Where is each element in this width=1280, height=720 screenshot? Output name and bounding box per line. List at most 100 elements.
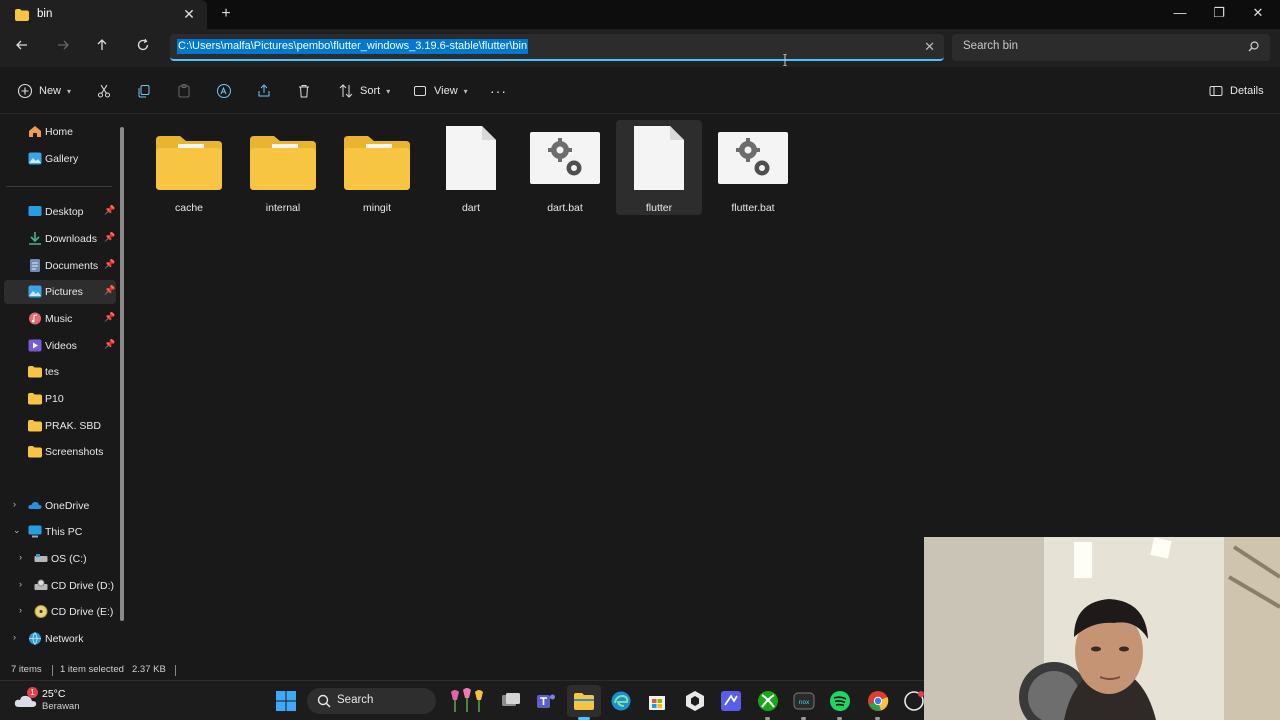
file-item-dart-bat[interactable]: dart.bat xyxy=(522,120,608,215)
batch-file-gear-icon xyxy=(718,132,788,184)
chevron-right-icon[interactable]: › xyxy=(19,605,22,615)
sort-icon xyxy=(339,84,353,98)
documents-icon xyxy=(30,259,40,272)
command-bar: New ▾ Sort ▾ View ▾ ··· Details xyxy=(0,67,1280,114)
videos-icon xyxy=(28,339,42,352)
search-box[interactable]: Search bin xyxy=(952,34,1270,61)
new-tab-button[interactable]: + xyxy=(218,5,234,23)
back-button[interactable] xyxy=(13,38,31,56)
refresh-button[interactable] xyxy=(134,38,152,56)
cut-button[interactable] xyxy=(96,82,112,100)
weather-widget[interactable]: 1 25°C Berawan xyxy=(14,687,94,715)
new-button[interactable]: New ▾ xyxy=(17,82,71,100)
folder-icon xyxy=(344,136,410,190)
network-icon xyxy=(29,632,41,645)
sidebar-item-screenshots[interactable]: Screenshots xyxy=(4,440,116,464)
rename-button[interactable] xyxy=(216,82,232,100)
maximize-button[interactable]: ❐ xyxy=(1209,4,1229,22)
sidebar-item-network[interactable]: › Network xyxy=(4,627,116,651)
sort-label: Sort xyxy=(360,85,381,97)
unity-icon[interactable] xyxy=(684,690,706,712)
up-button[interactable] xyxy=(93,38,111,56)
file-item-flutter-bat[interactable]: flutter.bat xyxy=(710,120,796,215)
clear-address-icon[interactable]: ✕ xyxy=(924,39,935,55)
sidebar-item-p10[interactable]: P10 xyxy=(4,387,116,411)
cd-drive-icon xyxy=(34,605,48,618)
file-item-mingit[interactable]: mingit xyxy=(334,120,420,215)
chevron-right-icon[interactable]: › xyxy=(13,632,16,642)
chrome-icon[interactable] xyxy=(867,690,889,712)
sidebar-item-home[interactable]: Home xyxy=(4,120,116,144)
sidebar-item-documents[interactable]: Documents 📌 xyxy=(4,254,116,278)
file-item-dart[interactable]: dart xyxy=(428,120,514,215)
webcam-feed-image xyxy=(924,537,1280,720)
sidebar-item-gallery[interactable]: Gallery xyxy=(4,147,116,171)
delete-button[interactable] xyxy=(296,82,312,100)
title-bar: bin ✕ + — ❐ ✕ xyxy=(0,0,1280,29)
file-item-cache[interactable]: cache xyxy=(146,120,232,215)
folder-icon xyxy=(28,393,42,405)
tulips-icon xyxy=(451,688,483,712)
address-path-text[interactable]: C:\Users\malfa\Pictures\pembo\flutter_wi… xyxy=(177,39,529,54)
chevron-right-icon[interactable]: › xyxy=(19,552,22,562)
taskbar-search[interactable]: Search xyxy=(307,688,483,714)
view-label: View xyxy=(434,85,458,97)
close-window-button[interactable]: ✕ xyxy=(1248,4,1268,22)
drive-icon xyxy=(34,554,48,562)
teams-icon[interactable] xyxy=(535,690,557,712)
view-icon xyxy=(414,86,426,96)
visual-studio-code-icon[interactable] xyxy=(720,690,742,712)
copy-icon xyxy=(138,85,150,98)
paste-button[interactable] xyxy=(176,82,192,100)
spotify-icon[interactable] xyxy=(829,690,851,712)
selection-count: 1 item selected xyxy=(60,664,124,675)
sidebar-item-this-pc[interactable]: ⌄ This PC xyxy=(4,520,116,544)
forward-button[interactable] xyxy=(54,38,72,56)
search-icon xyxy=(317,694,331,708)
weather-temperature: 25°C xyxy=(42,688,66,700)
sidebar-item-prak-sbd[interactable]: PRAK. SBD xyxy=(4,414,116,438)
text-cursor-icon xyxy=(782,53,787,67)
edge-icon[interactable] xyxy=(610,690,632,712)
sidebar-item-downloads[interactable]: Downloads 📌 xyxy=(4,227,116,251)
folder-icon xyxy=(15,9,29,21)
tab-close-icon[interactable]: ✕ xyxy=(182,6,196,22)
file-explorer-icon[interactable] xyxy=(573,690,595,712)
clipboard-icon xyxy=(178,84,190,98)
sort-button[interactable]: Sort ▾ xyxy=(338,82,390,100)
minimize-button[interactable]: — xyxy=(1170,4,1190,22)
more-options-button[interactable]: ··· xyxy=(490,82,507,100)
details-button[interactable]: Details xyxy=(1208,82,1264,100)
app-settings-icon[interactable] xyxy=(903,690,925,712)
chevron-right-icon[interactable]: › xyxy=(19,579,22,589)
share-button[interactable] xyxy=(256,82,272,100)
task-view-icon[interactable] xyxy=(500,690,522,712)
sidebar-item-pictures[interactable]: Pictures 📌 xyxy=(4,280,116,304)
file-item-flutter[interactable]: flutter xyxy=(616,120,702,215)
sidebar-item-cd-drive-d[interactable]: › CD Drive (D:) xyxy=(10,574,122,598)
sidebar-item-videos[interactable]: Videos 📌 xyxy=(4,334,116,358)
xbox-icon[interactable] xyxy=(757,690,779,712)
sidebar-item-tes[interactable]: tes xyxy=(4,360,116,384)
chevron-down-icon[interactable]: ⌄ xyxy=(13,525,21,536)
tab-bin[interactable]: bin ✕ xyxy=(0,0,207,29)
view-button[interactable]: View ▾ xyxy=(412,82,468,100)
item-count: 7 items xyxy=(11,664,42,675)
sidebar-item-music[interactable]: Music 📌 xyxy=(4,307,116,331)
copy-button[interactable] xyxy=(136,82,152,100)
sidebar-item-cd-drive-e[interactable]: › CD Drive (E:) xyxy=(10,600,122,624)
file-explorer-window: bin ✕ + — ❐ ✕ C:\Users\malfa\Pictures\pe… xyxy=(0,0,1280,720)
sidebar-item-desktop[interactable]: Desktop 📌 xyxy=(4,200,116,224)
address-bar[interactable]: C:\Users\malfa\Pictures\pembo\flutter_wi… xyxy=(170,34,944,61)
microsoft-store-icon[interactable] xyxy=(646,690,668,712)
sidebar-item-onedrive[interactable]: › OneDrive xyxy=(4,494,116,518)
tab-title: bin xyxy=(37,8,53,20)
cd-drive-icon xyxy=(34,579,48,590)
chevron-right-icon[interactable]: › xyxy=(13,499,16,509)
file-item-internal[interactable]: internal xyxy=(240,120,326,215)
windows-start-icon[interactable] xyxy=(275,690,297,712)
pin-icon: 📌 xyxy=(104,312,116,322)
sidebar-item-os-c[interactable]: › OS (C:) xyxy=(10,547,122,571)
nox-player-icon[interactable]: nox xyxy=(793,690,815,712)
sidebar-scrollbar[interactable] xyxy=(120,127,124,621)
